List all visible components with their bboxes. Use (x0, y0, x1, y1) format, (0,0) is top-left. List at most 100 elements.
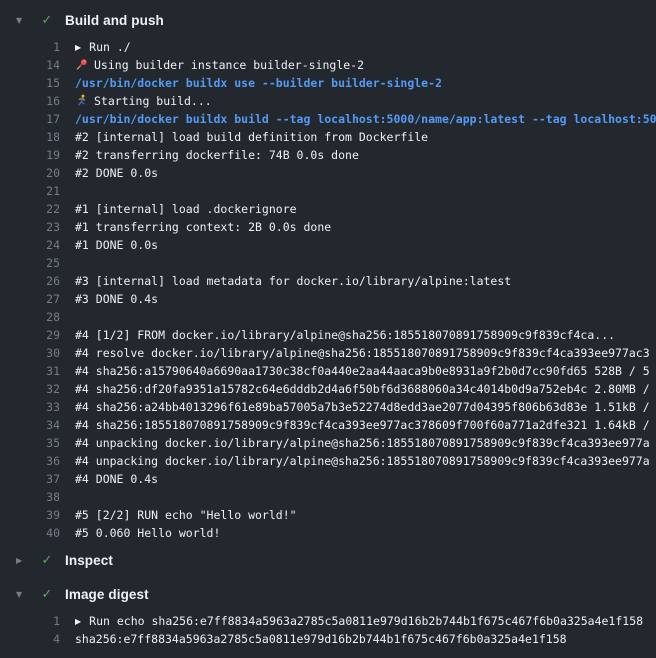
line-text-content: Using builder instance builder-single-2 (94, 58, 364, 72)
line-text-content: #4 sha256:a24bb4013296f61e89ba57005a7b3e… (75, 400, 650, 414)
log-line: 33 #4 sha256:a24bb4013296f61e89ba57005a7b… (0, 398, 656, 416)
line-number[interactable]: 30 (0, 344, 62, 362)
line-number[interactable]: 25 (0, 254, 62, 272)
line-number[interactable]: 24 (0, 236, 62, 254)
line-number[interactable]: 39 (0, 506, 62, 524)
log-line: 4 sha256:e7ff8834a5963a2785c5a0811e979d16… (0, 630, 656, 648)
line-number[interactable]: 31 (0, 362, 62, 380)
section-title: Inspect (65, 553, 113, 568)
line-text-content: /usr/bin/docker buildx use --builder bui… (75, 76, 442, 90)
line-number[interactable]: 14 (0, 56, 62, 74)
log-line: 28 (0, 308, 656, 326)
line-text-content: #2 transferring dockerfile: 74B 0.0s don… (75, 148, 359, 162)
line-text-content: #4 [1/2] FROM docker.io/library/alpine@s… (75, 328, 615, 342)
line-text-content: #1 DONE 0.0s (75, 238, 158, 252)
caret-right-icon: ▶ (16, 556, 30, 565)
line-number[interactable]: 27 (0, 290, 62, 308)
section-title: Build and push (65, 13, 164, 28)
line-number[interactable]: 40 (0, 524, 62, 542)
line-text: #4 [1/2] FROM docker.io/library/alpine@s… (62, 326, 656, 344)
line-text[interactable]: ▶Run echo sha256:e7ff8834a5963a2785c5a08… (62, 612, 656, 630)
log-line: 20#2 DONE 0.0s (0, 164, 656, 182)
log-section-inspect: ▶✓Inspect (0, 548, 656, 572)
log-line: 21 (0, 182, 656, 200)
log-line: 18 #2 [internal] load build definition fr… (0, 128, 656, 146)
log-line: 36 #4 unpacking docker.io/library/alpine@… (0, 452, 656, 470)
line-text-content: #3 DONE 0.4s (75, 292, 158, 306)
line-number[interactable]: 23 (0, 218, 62, 236)
line-number[interactable]: 33 (0, 398, 62, 416)
check-icon: ✓ (39, 13, 55, 28)
line-text-content: #3 [internal] load metadata for docker.i… (75, 274, 511, 288)
line-text: /usr/bin/docker buildx use --builder bui… (62, 74, 656, 92)
line-text-content: sha256:e7ff8834a5963a2785c5a0811e979d16b… (75, 632, 567, 646)
line-text[interactable]: ▶Run ./ (62, 38, 656, 56)
line-number[interactable]: 1 (0, 612, 62, 630)
line-text: #5 [2/2] RUN echo "Hello world!" (62, 506, 656, 524)
line-text: #2 transferring dockerfile: 74B 0.0s don… (62, 146, 656, 164)
log-line: 37 #4 DONE 0.4s (0, 470, 656, 488)
line-number[interactable]: 38 (0, 488, 62, 506)
line-number[interactable]: 29 (0, 326, 62, 344)
line-number[interactable]: 17 (0, 110, 62, 128)
line-number[interactable]: 4 (0, 630, 62, 648)
line-text-content: #1 [internal] load .dockerignore (75, 202, 297, 216)
line-text-content: #1 transferring context: 2B 0.0s done (75, 220, 331, 234)
workflow-log: ▼✓Build and push1▶Run ./14Using builder … (0, 0, 656, 648)
line-text (62, 488, 656, 506)
line-text: #3 DONE 0.4s (62, 290, 656, 308)
section-header-inspect[interactable]: ▶✓Inspect (0, 548, 656, 572)
log-line: 25 (0, 254, 656, 272)
line-text-content: #4 resolve docker.io/library/alpine@sha2… (75, 346, 650, 360)
log-line: 32 #4 sha256:df20fa9351a15782c64e6dddb2d4… (0, 380, 656, 398)
line-number[interactable]: 36 (0, 452, 62, 470)
line-number[interactable]: 15 (0, 74, 62, 92)
line-number[interactable]: 32 (0, 380, 62, 398)
line-number[interactable]: 1 (0, 38, 62, 56)
line-text: Starting build... (62, 92, 656, 110)
log-section-image-digest: ▼✓Image digest 1▶Run echo sha256:e7ff8834… (0, 582, 656, 648)
line-text: #4 sha256:a15790640a6690aa1730c38cf0a440… (62, 362, 656, 380)
section-header-build-and-push[interactable]: ▼✓Build and push (0, 8, 656, 32)
line-text: #4 sha256:a24bb4013296f61e89ba57005a7b3e… (62, 398, 656, 416)
line-text-content: #4 sha256:185518070891758909c9f839cf4ca3… (75, 418, 650, 432)
log-line: 23 #1 transferring context: 2B 0.0s done (0, 218, 656, 236)
line-text: #4 DONE 0.4s (62, 470, 656, 488)
pushpin-icon (75, 58, 88, 71)
line-text: #5 0.060 Hello world! (62, 524, 656, 542)
line-text-content: #4 unpacking docker.io/library/alpine@sh… (75, 436, 650, 450)
section-header-image-digest[interactable]: ▼✓Image digest (0, 582, 656, 606)
line-text-content: #4 unpacking docker.io/library/alpine@sh… (75, 454, 650, 468)
line-text-content: #2 [internal] load build definition from… (75, 130, 428, 144)
line-text-content: Run ./ (89, 40, 131, 54)
runner-icon (75, 94, 88, 107)
line-number[interactable]: 16 (0, 92, 62, 110)
line-text: #1 DONE 0.0s (62, 236, 656, 254)
line-text (62, 308, 656, 326)
line-number[interactable]: 37 (0, 470, 62, 488)
line-text: #2 DONE 0.0s (62, 164, 656, 182)
line-number[interactable]: 22 (0, 200, 62, 218)
line-number[interactable]: 26 (0, 272, 62, 290)
line-text (62, 182, 656, 200)
line-text-content: #5 0.060 Hello world! (75, 526, 220, 540)
log-section-build-and-push: ▼✓Build and push1▶Run ./14Using builder … (0, 8, 656, 542)
line-number[interactable]: 21 (0, 182, 62, 200)
line-text: #4 unpacking docker.io/library/alpine@sh… (62, 452, 656, 470)
line-number[interactable]: 28 (0, 308, 62, 326)
log-line: 34 #4 sha256:185518070891758909c9f839cf4c… (0, 416, 656, 434)
line-text-content: #4 DONE 0.4s (75, 472, 158, 486)
line-number[interactable]: 34 (0, 416, 62, 434)
log-line: 14 Using builder instance builder-single-… (0, 56, 656, 74)
line-text-content: #4 sha256:df20fa9351a15782c64e6dddb2d4a6… (75, 382, 650, 396)
line-text-content: #5 [2/2] RUN echo "Hello world!" (75, 508, 297, 522)
line-text: sha256:e7ff8834a5963a2785c5a0811e979d16b… (62, 630, 656, 648)
log-line: 30 #4 resolve docker.io/library/alpine@sh… (0, 344, 656, 362)
line-text-content: #4 sha256:a15790640a6690aa1730c38cf0a440… (75, 364, 650, 378)
check-icon: ✓ (39, 587, 55, 602)
line-number[interactable]: 19 (0, 146, 62, 164)
line-number[interactable]: 20 (0, 164, 62, 182)
line-number[interactable]: 18 (0, 128, 62, 146)
line-number[interactable]: 35 (0, 434, 62, 452)
log-line: 35 #4 unpacking docker.io/library/alpine@… (0, 434, 656, 452)
